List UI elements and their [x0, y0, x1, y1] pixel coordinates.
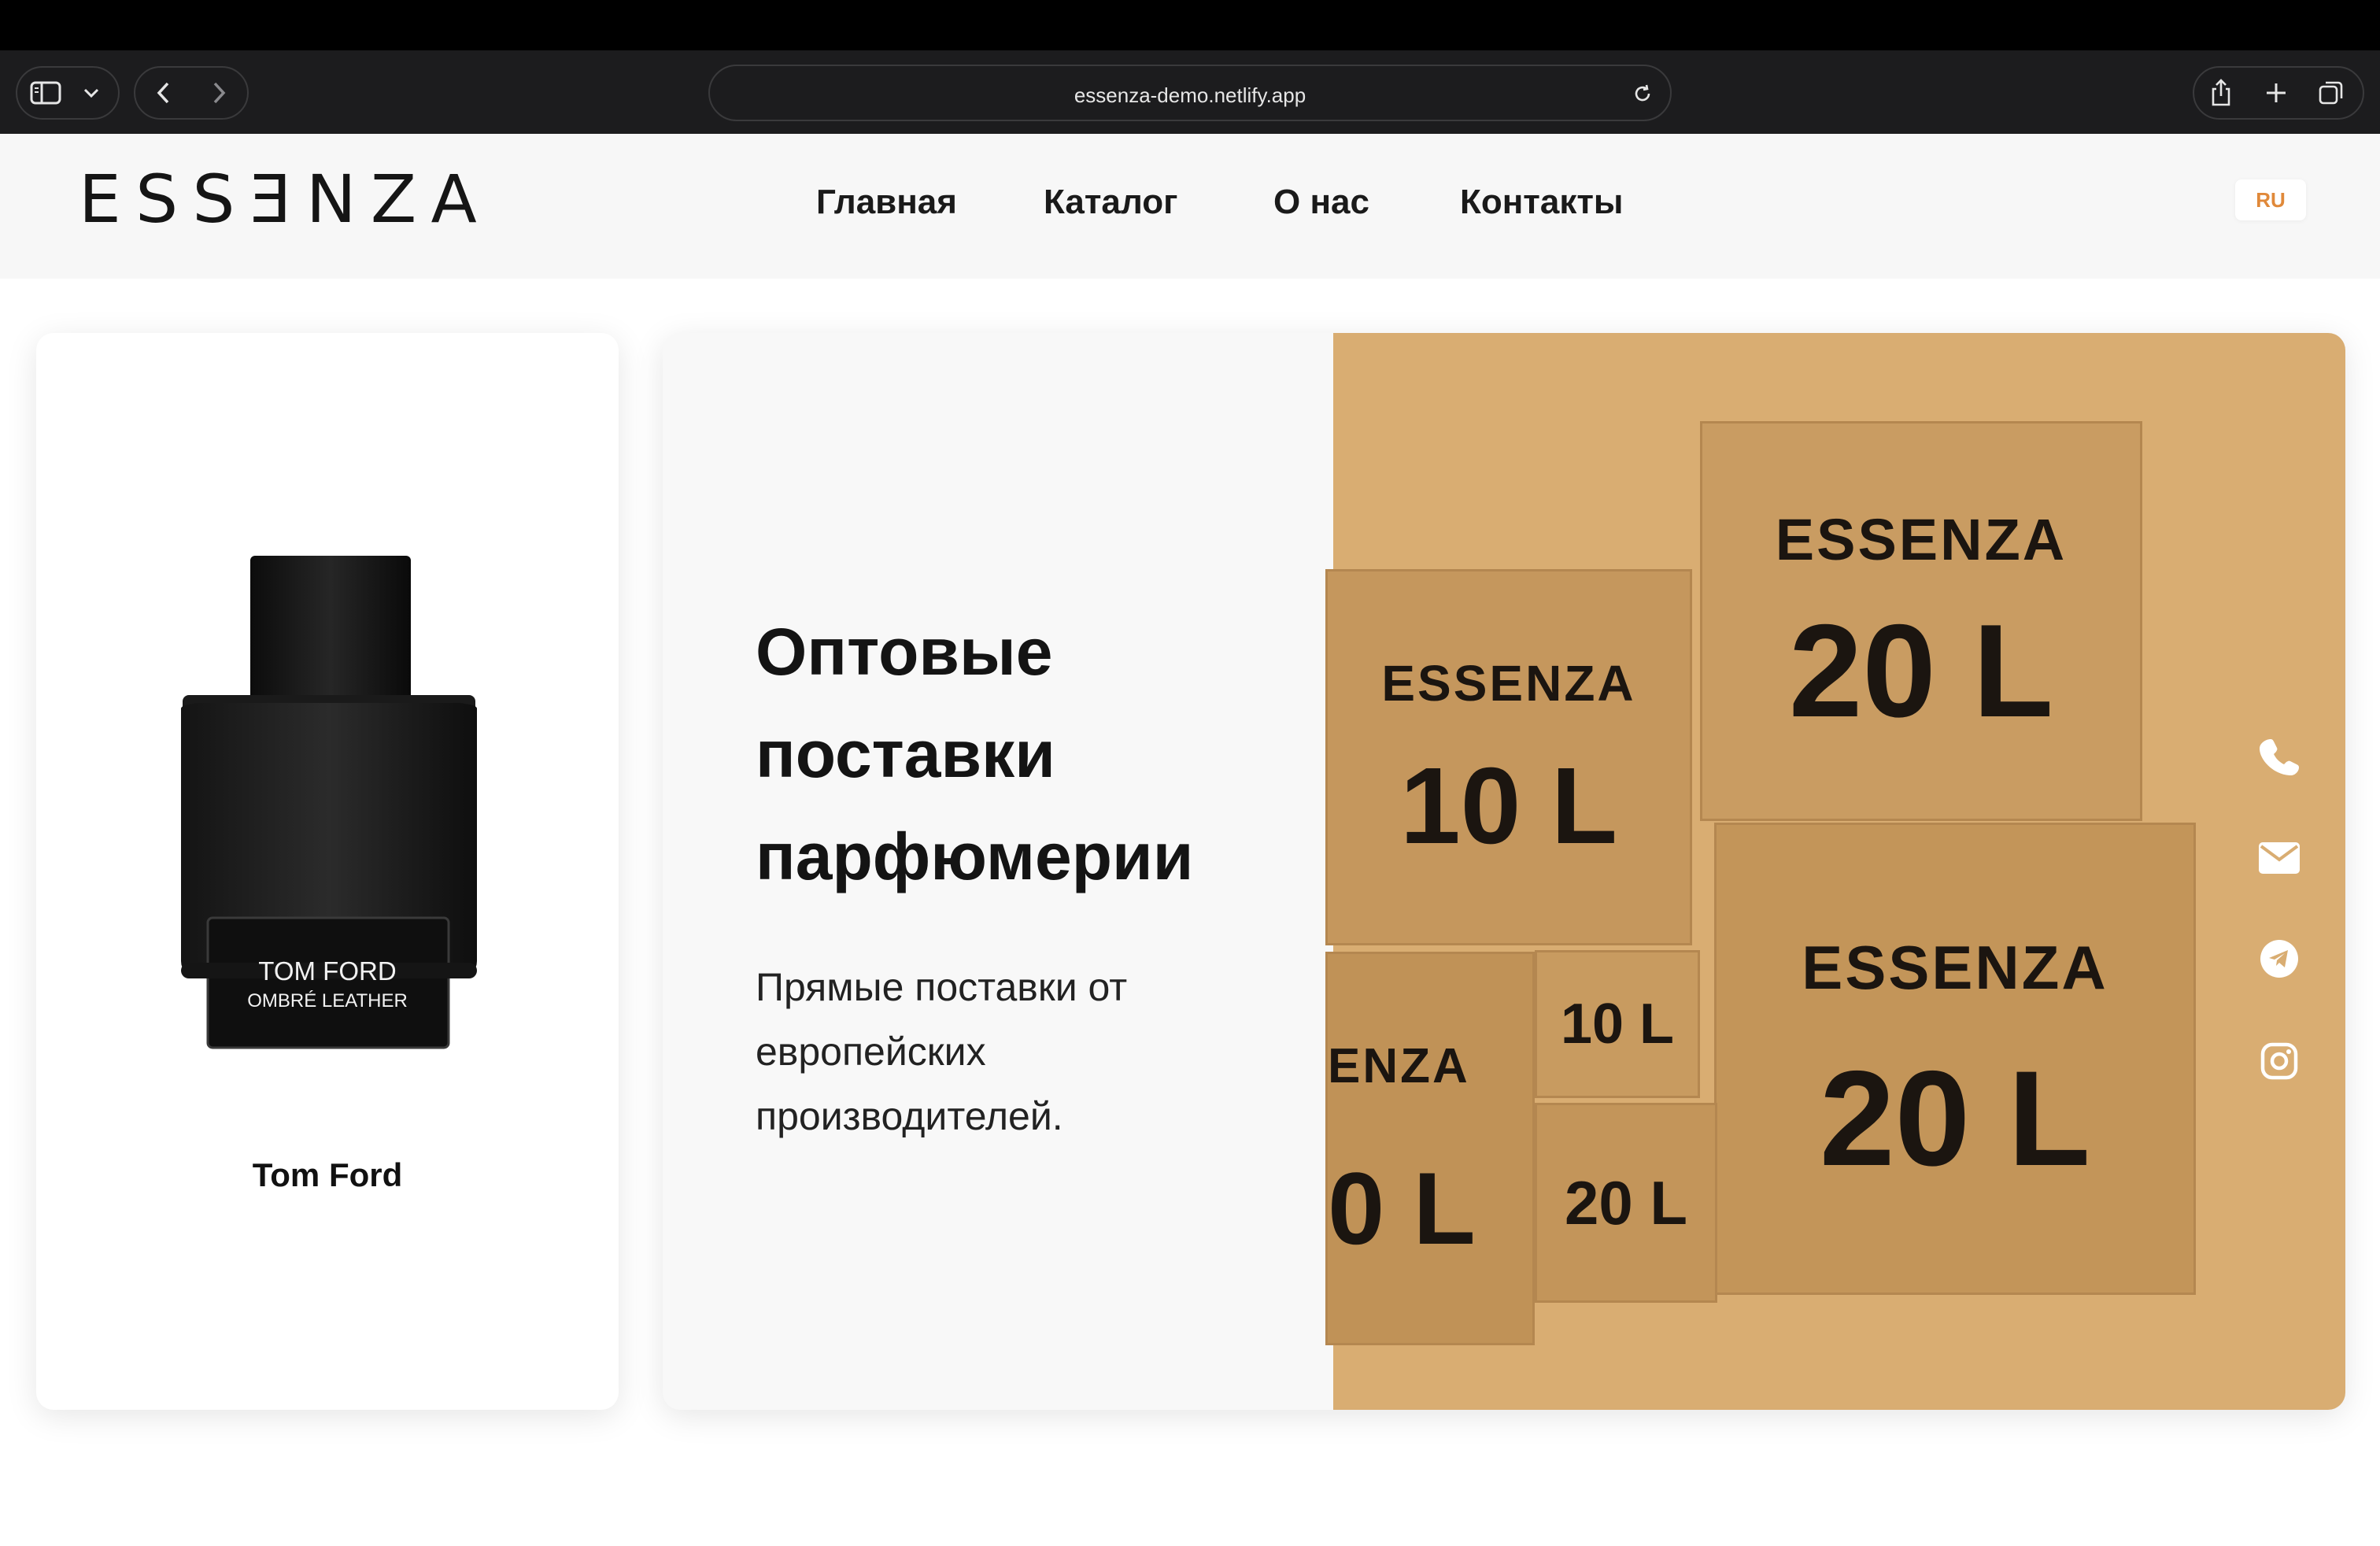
phone-icon[interactable]: [2256, 732, 2303, 779]
box-volume: 0 L: [1328, 1150, 1476, 1266]
hero-title-line: Оптовые: [756, 615, 1053, 689]
box-brand: ESSENZA: [1775, 506, 2068, 572]
box-volume: 10 L: [1399, 745, 1618, 867]
box-volume: 20 L: [1788, 596, 2054, 745]
box-brand: ESSENZA: [1381, 655, 1636, 712]
tabs-overview-icon[interactable]: [2315, 77, 2347, 109]
nav-catalog[interactable]: Каталог: [1044, 183, 1177, 222]
chevron-down-icon[interactable]: [79, 82, 104, 104]
hero-banner: Оптовые поставки парфюмерии Прямые поста…: [663, 333, 2345, 1410]
instagram-icon[interactable]: [2256, 1037, 2303, 1085]
box-10l-small: 10 L: [1535, 950, 1700, 1098]
box-20l-top: ESSENZA 20 L: [1700, 421, 2142, 821]
box-brand: ENZA: [1328, 1038, 1470, 1093]
product-name[interactable]: Tom Ford: [36, 1156, 619, 1194]
box-brand: ESSENZA: [1802, 932, 2108, 1002]
address-bar[interactable]: essenza-demo.netlify.app: [708, 65, 1672, 121]
box-partial: ENZA 0 L: [1325, 952, 1535, 1345]
bottle-label-name: OMBRÉ LEATHER: [247, 990, 408, 1012]
box-10l: ESSENZA 10 L: [1325, 569, 1692, 945]
box-volume: 20 L: [1564, 1168, 1688, 1237]
product-card[interactable]: TOM FORD OMBRÉ LEATHER Tom Ford: [36, 333, 619, 1410]
share-icon[interactable]: [2205, 76, 2237, 110]
hero-subtitle-line: производителей.: [756, 1094, 1063, 1138]
hero-text: Оптовые поставки парфюмерии Прямые поста…: [756, 601, 1291, 1148]
nav-about[interactable]: О нас: [1273, 183, 1369, 222]
bottle-label-brand: TOM FORD: [258, 956, 396, 986]
url-text[interactable]: essenza-demo.netlify.app: [710, 83, 1670, 108]
box-volume: 20 L: [1819, 1042, 2091, 1194]
forward-icon[interactable]: [205, 79, 233, 107]
sidebar-icon[interactable]: [28, 79, 63, 107]
site-logo[interactable]: ESSƎNZA: [79, 161, 496, 238]
hero-title-line: поставки: [756, 717, 1055, 791]
box-20l-small: 20 L: [1535, 1103, 1717, 1303]
hero-title: Оптовые поставки парфюмерии: [756, 601, 1291, 908]
top-strip: [0, 0, 2380, 50]
perfume-bottle-image: TOM FORD OMBRÉ LEATHER: [181, 556, 477, 1049]
nav-contacts[interactable]: Контакты: [1460, 183, 1623, 222]
hero-subtitle: Прямые поставки от европейских производи…: [756, 955, 1291, 1148]
new-tab-icon[interactable]: [2260, 77, 2292, 109]
hero-subtitle-line: европейских: [756, 1030, 986, 1074]
box-volume: 10 L: [1560, 993, 1675, 1056]
language-switch[interactable]: RU: [2235, 179, 2306, 220]
hero-title-line: парфюмерии: [756, 819, 1194, 893]
svg-text:ESSƎNZA: ESSƎNZA: [79, 170, 491, 230]
back-icon[interactable]: [150, 79, 178, 107]
mail-icon[interactable]: [2256, 834, 2303, 882]
nav-home[interactable]: Главная: [816, 183, 957, 222]
box-20l-bottom: ESSENZA 20 L: [1714, 823, 2196, 1295]
telegram-icon[interactable]: [2256, 935, 2303, 982]
boxes-image: ESSENZA 20 L ESSENZA 10 L ESSENZA 20 L E…: [1325, 333, 2345, 1410]
hero-subtitle-line: Прямые поставки от: [756, 965, 1128, 1009]
reload-icon[interactable]: [1629, 80, 1656, 107]
